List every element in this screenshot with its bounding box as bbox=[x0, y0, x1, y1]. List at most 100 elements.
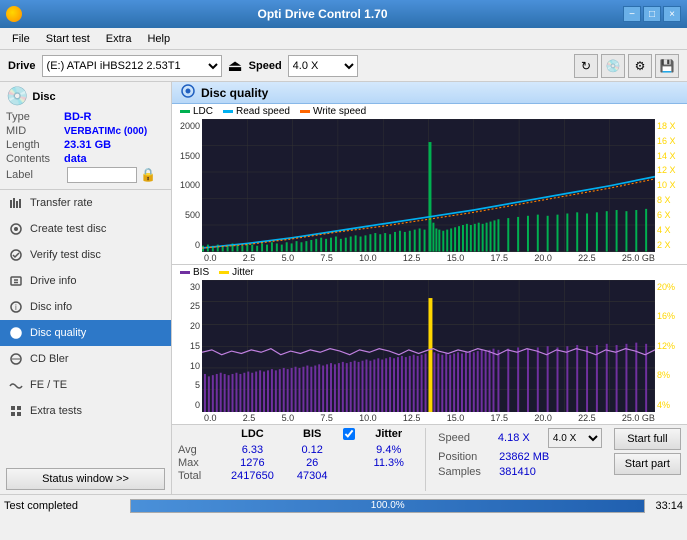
title-bar: Opti Drive Control 1.70 − □ × bbox=[0, 0, 687, 28]
verify-test-disc-label: Verify test disc bbox=[30, 249, 101, 261]
type-label: Type bbox=[6, 111, 64, 123]
speed-label: Speed bbox=[249, 60, 282, 72]
chart2-container: 30 25 20 15 10 5 0 bbox=[172, 280, 687, 413]
start-part-button[interactable]: Start part bbox=[614, 453, 681, 475]
charts-area: LDC Read speed Write speed 2000 bbox=[172, 104, 687, 494]
disc-label-row: Label 🔒 bbox=[6, 167, 165, 183]
extra-tests-label: Extra tests bbox=[30, 405, 82, 417]
sidebar-item-verify-test-disc[interactable]: Verify test disc bbox=[0, 242, 171, 268]
max-label: Max bbox=[178, 457, 217, 469]
title-bar-controls: − □ × bbox=[623, 6, 681, 22]
drive-icon-group: ↻ 💿 ⚙ 💾 bbox=[574, 54, 679, 78]
contents-label: Contents bbox=[6, 153, 64, 165]
disc-panel-icon: 💿 bbox=[6, 86, 28, 107]
disc-info-label: Disc info bbox=[30, 301, 72, 313]
eject-icon: ⏏ bbox=[228, 56, 243, 76]
menu-extra[interactable]: Extra bbox=[98, 31, 140, 47]
jitter-col-header: Jitter bbox=[364, 428, 413, 443]
eject-btn-icon[interactable]: 💿 bbox=[601, 54, 625, 78]
jitter-checkbox[interactable] bbox=[343, 428, 355, 440]
speed-stat-label: Speed bbox=[438, 432, 492, 444]
position-label: Position bbox=[438, 451, 493, 463]
speed-select[interactable]: 4.0 X 1.0 X 2.0 X 8.0 X bbox=[288, 55, 358, 77]
sidebar-item-fe-te[interactable]: FE / TE bbox=[0, 372, 171, 398]
total-bis: 47304 bbox=[288, 470, 337, 482]
write-legend-dot: Write speed bbox=[300, 106, 366, 117]
disc-info-nav-icon: i bbox=[8, 299, 24, 315]
minimize-button[interactable]: − bbox=[623, 6, 641, 22]
max-jitter: 11.3% bbox=[364, 457, 413, 469]
speed-stat-value: 4.18 X bbox=[498, 432, 542, 444]
app-title: Opti Drive Control 1.70 bbox=[22, 7, 623, 21]
status-time: 33:14 bbox=[651, 500, 683, 512]
action-buttons: Start full Start part bbox=[614, 428, 681, 475]
menu-file[interactable]: File bbox=[4, 31, 38, 47]
close-button[interactable]: × bbox=[663, 6, 681, 22]
cd-bler-icon bbox=[8, 351, 24, 367]
refresh-icon[interactable]: ↻ bbox=[574, 54, 598, 78]
chart1-legend: LDC Read speed Write speed bbox=[172, 104, 687, 119]
menu-start-test[interactable]: Start test bbox=[38, 31, 98, 47]
label-input[interactable] bbox=[67, 167, 137, 183]
total-jitter bbox=[364, 470, 413, 482]
chart2-xaxis: 0.0 2.5 5.0 7.5 10.0 12.5 15.0 17.5 20.0… bbox=[172, 412, 687, 424]
settings-icon[interactable]: ⚙ bbox=[628, 54, 652, 78]
disc-quality-icon bbox=[8, 325, 24, 341]
menu-help[interactable]: Help bbox=[139, 31, 178, 47]
chart1-xaxis: 0.0 2.5 5.0 7.5 10.0 12.5 15.0 17.5 20.0… bbox=[172, 252, 687, 264]
sidebar-item-cd-bler[interactable]: CD Bler bbox=[0, 346, 171, 372]
drive-label: Drive bbox=[8, 60, 36, 72]
ldc-legend-dot: LDC bbox=[180, 106, 213, 117]
total-label: Total bbox=[178, 470, 217, 482]
disc-quality-label: Disc quality bbox=[30, 327, 86, 339]
save-icon[interactable]: 💾 bbox=[655, 54, 679, 78]
disc-mid-row: MID VERBATIMc (000) bbox=[6, 125, 165, 137]
total-ldc: 2417650 bbox=[223, 470, 282, 482]
disc-info-panel: 💿 Disc Type BD-R MID VERBATIMc (000) Len… bbox=[0, 82, 171, 190]
sidebar-item-disc-info[interactable]: i Disc info bbox=[0, 294, 171, 320]
avg-jitter: 9.4% bbox=[364, 444, 413, 456]
samples-value: 381410 bbox=[499, 466, 536, 478]
disc-length-row: Length 23.31 GB bbox=[6, 139, 165, 151]
sidebar-item-drive-info[interactable]: Drive info bbox=[0, 268, 171, 294]
start-full-button[interactable]: Start full bbox=[614, 428, 681, 450]
create-test-disc-icon bbox=[8, 221, 24, 237]
status-window-button[interactable]: Status window >> bbox=[6, 468, 165, 490]
mid-label: MID bbox=[6, 125, 64, 137]
stats-divider bbox=[425, 428, 426, 491]
disc-contents-row: Contents data bbox=[6, 153, 165, 165]
fe-te-icon bbox=[8, 377, 24, 393]
chart2-svg-wrapper bbox=[202, 280, 655, 413]
menu-bar: File Start test Extra Help bbox=[0, 28, 687, 50]
stats-bar: LDC BIS Jitter Avg 6.33 0.12 9.4% bbox=[172, 424, 687, 494]
sidebar-item-extra-tests[interactable]: Extra tests bbox=[0, 398, 171, 424]
sidebar-item-transfer-rate[interactable]: Transfer rate bbox=[0, 190, 171, 216]
panel-title-text: Disc quality bbox=[201, 86, 268, 100]
status-text: Test completed bbox=[4, 500, 124, 512]
main-layout: 💿 Disc Type BD-R MID VERBATIMc (000) Len… bbox=[0, 82, 687, 494]
panel-quality-icon bbox=[180, 83, 196, 102]
position-value: 23862 MB bbox=[499, 451, 549, 463]
svg-text:i: i bbox=[15, 303, 17, 312]
length-label: Length bbox=[6, 139, 64, 151]
sidebar-item-disc-quality[interactable]: Disc quality bbox=[0, 320, 171, 346]
transfer-rate-icon bbox=[8, 195, 24, 211]
disc-type-row: Type BD-R bbox=[6, 111, 165, 123]
avg-bis: 0.12 bbox=[288, 444, 337, 456]
chart2-legend: BIS Jitter bbox=[172, 265, 687, 280]
extra-tests-icon bbox=[8, 403, 24, 419]
maximize-button[interactable]: □ bbox=[643, 6, 661, 22]
progress-bar-fill: 100.0% bbox=[131, 500, 644, 512]
cd-bler-label: CD Bler bbox=[30, 353, 69, 365]
drive-info-icon bbox=[8, 273, 24, 289]
ldc-col-header: LDC bbox=[223, 428, 282, 443]
speed-stat-select[interactable]: 4.0 X bbox=[548, 428, 602, 448]
jitter-legend-dot: Jitter bbox=[219, 267, 254, 278]
drive-select[interactable]: (E:) ATAPI iHBS212 2.53T1 bbox=[42, 55, 222, 77]
bis-col-header: BIS bbox=[288, 428, 337, 443]
max-ldc: 1276 bbox=[223, 457, 282, 469]
avg-label: Avg bbox=[178, 444, 217, 456]
sidebar-item-create-test-disc[interactable]: Create test disc bbox=[0, 216, 171, 242]
max-bis: 26 bbox=[288, 457, 337, 469]
length-value: 23.31 GB bbox=[64, 139, 111, 151]
